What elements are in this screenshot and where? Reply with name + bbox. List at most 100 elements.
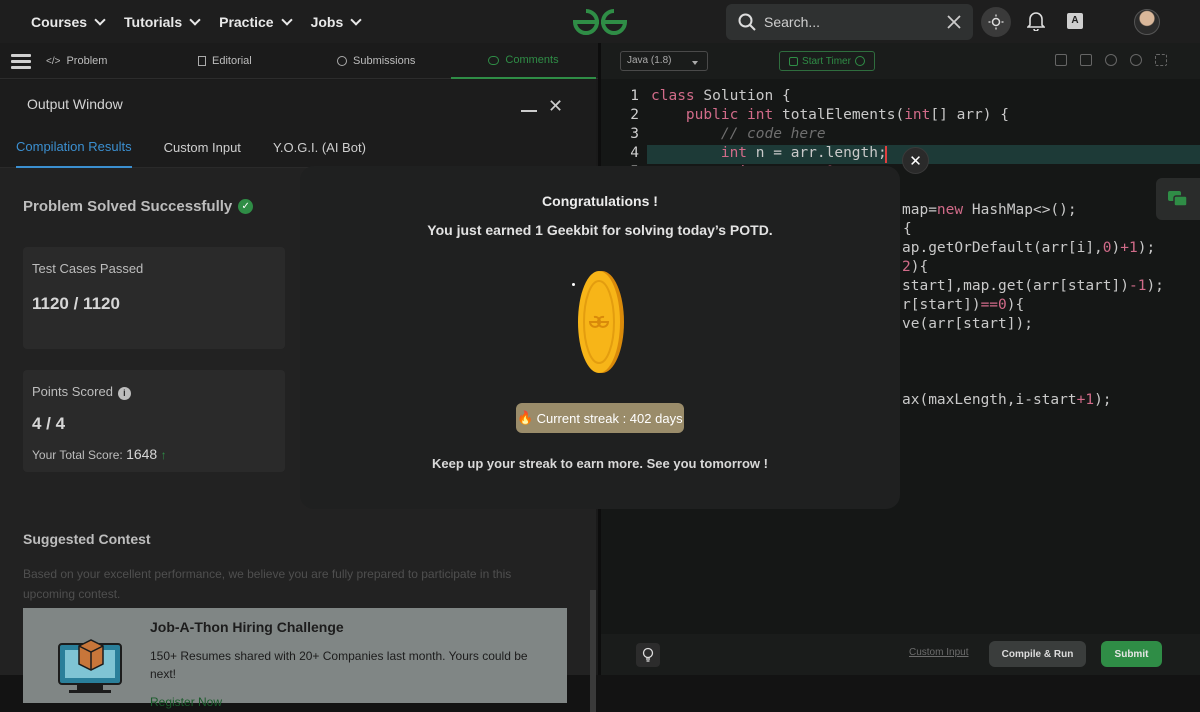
custom-input-link[interactable]: Custom Input [909,647,968,658]
document-icon [198,56,206,66]
info-icon[interactable]: i [117,387,131,400]
comment-icon [488,55,500,65]
timer-icon [789,56,799,66]
nav-label: Courses [31,13,88,30]
bell-icon[interactable] [1027,11,1045,31]
clock-icon [337,56,347,66]
fire-icon: 🔥 [517,410,534,425]
contest-card[interactable]: Job-A-Thon Hiring Challenge 150+ Resumes… [23,608,567,709]
sun-icon [988,14,1004,30]
export-icon[interactable] [1080,54,1092,66]
language-select[interactable]: Java (1.8) [620,51,708,71]
output-window-header: Output Window ✕ [0,80,596,128]
points-value: 4 / 4 [32,414,66,433]
minimize-icon[interactable] [521,110,537,112]
chevron-down-icon [350,13,362,26]
search-icon [738,13,756,31]
code-text: public int totalElements(int[] arr) { [685,107,1009,123]
output-window-title: Output Window [27,96,123,112]
chevron-down-icon [94,13,106,26]
code-icon: </> [46,55,61,67]
total-score-value: 1648 [126,446,158,462]
status-text: Problem Solved Successfully [23,198,233,215]
code-line: 2 public int totalElements(int[] arr) { [601,107,1200,126]
code-line: 1 class Solution { [601,88,1200,107]
streak-text: Current streak : 402 days [536,410,683,426]
solved-status: Problem Solved Successfully ✓ [23,198,254,215]
code-text: ax(maxLength,i-start+1); [902,392,1112,408]
fullscreen-icon[interactable] [1155,54,1167,66]
nav-practice[interactable]: Practice [219,13,293,30]
search-input[interactable] [764,14,947,30]
code-line: 3 // code here [601,126,1200,145]
points-card: Points Scored i 4 / 4 Your Total Score: 1… [23,370,285,472]
language-icon[interactable]: A [1067,13,1083,29]
line-number: 3 [630,126,639,142]
play-icon [854,56,865,66]
tab-problem[interactable]: </> Problem [46,43,107,79]
clear-icon[interactable] [947,15,961,29]
code-line: 4 int n = arr.length; [601,145,1200,164]
arrow-up-icon: ↑ [160,448,167,462]
tab-label: Comments [505,54,559,66]
modal-footer-text: Keep up your streak to earn more. See yo… [432,456,768,471]
code-text: r[start])==0){ [902,297,1025,313]
scrollbar[interactable] [590,590,596,712]
caret-down-icon [692,61,698,65]
contest-title: Job-A-Thon Hiring Challenge [150,619,344,635]
chat-icon [1168,191,1188,207]
submit-button[interactable]: Submit [1101,641,1162,667]
editor-footer: Custom Input Compile & Run Submit [601,634,1200,675]
problem-tabs: </> Problem Editorial Submissions Comment… [0,43,600,79]
tab-label: Problem [66,55,108,67]
nav-courses[interactable]: Courses [31,13,106,30]
modal-close-button[interactable]: ✕ [902,147,929,174]
tab-custom-input[interactable]: Custom Input [164,128,241,168]
menu-icon[interactable] [11,54,31,72]
code-text: map=new HashMap<>(); [902,202,1077,218]
register-link[interactable]: Register Now [150,695,222,709]
tab-submissions[interactable]: Submissions [337,43,415,79]
code-text: 2){ [902,259,929,275]
compile-run-button[interactable]: Compile & Run [989,641,1086,667]
tab-yogi-bot[interactable]: Y.O.G.I. (AI Bot) [273,128,366,168]
total-score: Your Total Score: 1648 ↑ [32,446,285,462]
code-text: // code here [651,126,826,142]
tab-compilation-results[interactable]: Compilation Results [16,128,132,168]
nav-label: Jobs [310,13,344,30]
copy-icon[interactable] [1055,54,1067,66]
reset-icon[interactable] [1130,54,1142,66]
total-score-label: Your Total Score: [32,448,123,462]
code-text: ap.getOrDefault(arr[i],0)+1); [902,240,1156,256]
settings-icon[interactable] [1105,54,1117,66]
start-timer-button[interactable]: Start Timer [779,51,875,71]
nav-label: Practice [219,13,274,30]
nav-jobs[interactable]: Jobs [310,13,362,30]
code-text: int n = arr.length; [720,145,887,161]
nav-label: Tutorials [124,13,183,30]
tab-comments[interactable]: Comments [451,43,596,79]
bulb-icon[interactable] [636,643,660,667]
close-icon[interactable]: ✕ [548,96,563,117]
code-text: class Solution { [651,88,791,104]
nav-tutorials[interactable]: Tutorials [124,13,201,30]
tab-label: Editorial [212,55,252,67]
suggested-contest-heading: Suggested Contest [23,531,151,547]
avatar[interactable] [1134,9,1160,35]
check-circle-icon: ✓ [238,199,254,214]
line-number: 2 [630,107,639,123]
timer-label: Start Timer [802,55,851,67]
points-label-row: Points Scored i [32,384,285,400]
gfg-logo-icon[interactable] [571,8,629,36]
cursor [885,146,887,163]
chat-button[interactable] [1156,178,1200,220]
line-number: 4 [630,145,639,161]
modal-subtitle: You just earned 1 Geekbit for solving to… [427,222,773,238]
search-box[interactable] [726,4,973,40]
chevron-down-icon [280,13,293,26]
code-text: { [903,221,912,237]
suggested-contest-text: Based on your excellent performance, we … [23,567,512,601]
tab-editorial[interactable]: Editorial [198,43,252,79]
test-cases-card: Test Cases Passed 1120 / 1120 [23,247,285,349]
theme-toggle-button[interactable] [981,7,1011,37]
